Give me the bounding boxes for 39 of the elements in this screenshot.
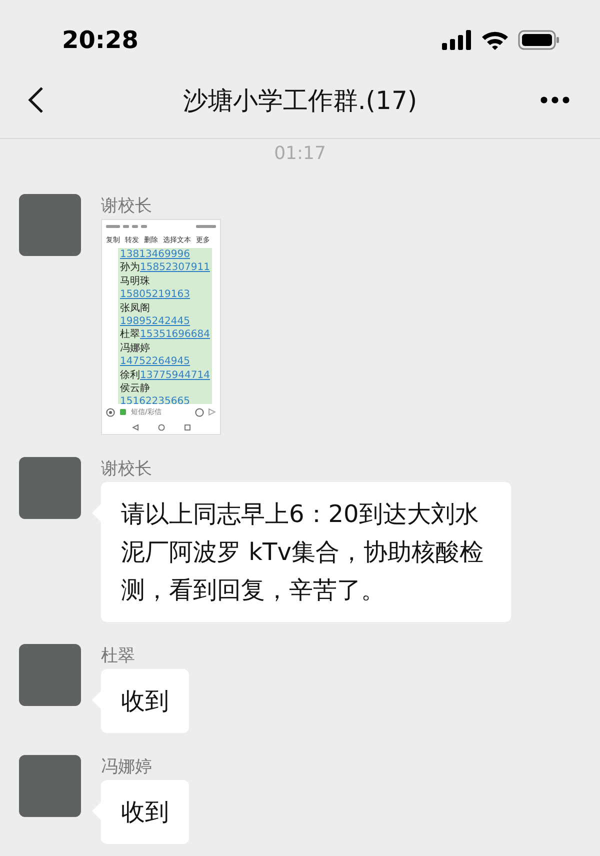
avatar-photo-placeholder[interactable]	[19, 755, 81, 817]
avatar-photo-placeholder[interactable]	[19, 194, 81, 256]
signal-icon	[442, 30, 472, 50]
contact-name: 孙为	[120, 261, 140, 275]
contact-name: 张凤阁	[120, 302, 150, 316]
contact-name: 侯云静	[120, 382, 150, 396]
message-bubble: 收到	[101, 669, 189, 733]
sender-name: 谢校长	[101, 458, 152, 480]
avatar-photo-placeholder[interactable]	[19, 644, 81, 706]
sender-name: 冯娜婷	[101, 756, 152, 778]
message-bubble: 请以上同志早上6：20到达大刘水泥厂阿波罗 kTv集合，协助核酸检测，看到回复，辛苦了。	[101, 482, 511, 622]
back-icon	[26, 85, 46, 115]
phone-number-link: 13775944714	[140, 368, 210, 382]
phone-number-link: 14752264945	[120, 355, 190, 369]
chat-title: 沙塘小学工作群.(17)	[182, 86, 418, 114]
status-time: 20:28	[62, 26, 138, 54]
contact-name: 杜翠	[120, 328, 140, 342]
contact-name: 马明珠	[120, 274, 150, 288]
avatar-photo-placeholder[interactable]	[19, 457, 81, 519]
send-icon	[208, 408, 216, 416]
recents-square-icon	[184, 424, 190, 430]
wifi-icon	[481, 30, 509, 50]
phone-number-link: 15852307911	[140, 261, 210, 275]
phone-number-link: 15805219163	[120, 288, 190, 302]
message-bubble: 收到	[101, 780, 189, 844]
back-triangle-icon	[132, 424, 138, 430]
phone-number-link: 15351696684	[140, 328, 210, 342]
sender-name: 杜翠	[101, 645, 135, 667]
phone-number-link: 19895242445	[120, 315, 190, 328]
add-icon	[106, 408, 115, 416]
home-circle-icon	[158, 424, 164, 430]
contact-name: 冯娜婷	[120, 342, 150, 356]
battery-icon	[518, 30, 560, 50]
sender-name: 谢校长	[101, 195, 152, 217]
more-icon	[540, 96, 570, 104]
contact-name: 徐利	[120, 368, 140, 382]
emoji-icon	[195, 408, 204, 416]
phone-number-link: 13813469996	[120, 248, 190, 262]
message-timestamp: 01:17	[274, 143, 326, 164]
